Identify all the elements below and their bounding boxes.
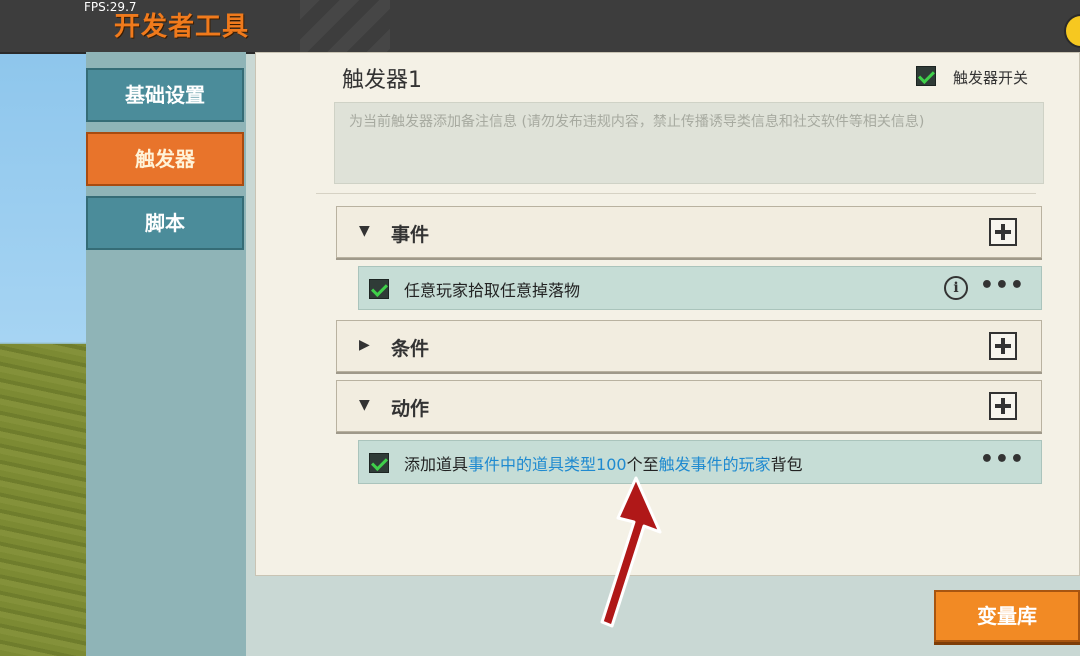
add-action-button[interactable] <box>989 392 1017 420</box>
section-actions-header[interactable]: ▼ 动作 <box>336 380 1042 432</box>
sidebar-item-scripts[interactable]: 脚本 <box>86 196 244 250</box>
trigger-note-input[interactable]: 为当前触发器添加备注信息 (请勿发布违规内容，禁止传播诱导类信息和社交软件等相关… <box>334 102 1044 184</box>
sidebar-item-label: 触发器 <box>135 147 195 171</box>
divider <box>316 193 1036 194</box>
trigger-switch-label: 触发器开关 <box>953 69 1029 87</box>
page-title: 开发者工具 <box>114 12 250 42</box>
trigger-switch-checkbox[interactable] <box>916 66 936 86</box>
info-icon[interactable]: i <box>944 276 968 300</box>
coin-icon[interactable] <box>1064 14 1080 48</box>
caret-down-icon[interactable]: ▼ <box>359 397 370 413</box>
trigger-note-placeholder: 为当前触发器添加备注信息 (请勿发布违规内容，禁止传播诱导类信息和社交软件等相关… <box>349 114 925 130</box>
action-item-checkbox[interactable] <box>369 453 389 473</box>
more-options-icon[interactable]: ••• <box>980 273 1025 298</box>
game-scene-background <box>0 52 86 656</box>
section-conditions-header[interactable]: ▶ 条件 <box>336 320 1042 372</box>
sidebar-item-basic-settings[interactable]: 基础设置 <box>86 68 244 122</box>
sidebar-item-label: 脚本 <box>145 211 185 235</box>
event-item[interactable]: 任意玩家拾取任意掉落物 i ••• <box>358 266 1042 310</box>
trigger-name[interactable]: 触发器1 <box>342 62 422 94</box>
action-text-static: 添加道具 <box>404 455 469 474</box>
caret-down-icon[interactable]: ▼ <box>359 223 370 239</box>
section-label: 条件 <box>391 338 430 360</box>
top-bar-decoration <box>300 0 390 52</box>
annotation-arrow-icon <box>600 476 662 628</box>
action-text-static: 背包 <box>770 455 803 474</box>
add-event-button[interactable] <box>989 218 1017 246</box>
caret-right-icon[interactable]: ▶ <box>359 337 370 353</box>
event-item-text: 任意玩家拾取任意掉落物 <box>404 281 581 300</box>
action-param-item-type[interactable]: 事件中的道具类型 <box>468 455 596 474</box>
add-condition-button[interactable] <box>989 332 1017 360</box>
variable-library-label: 变量库 <box>977 604 1037 628</box>
top-bar: FPS:29.7 开发者工具 <box>0 0 1080 54</box>
variable-library-button[interactable]: 变量库 <box>934 590 1080 642</box>
grass-terrain <box>0 344 86 656</box>
section-label: 事件 <box>391 224 430 246</box>
event-item-checkbox[interactable] <box>369 279 389 299</box>
action-param-target-player[interactable]: 触发事件的玩家 <box>659 455 771 474</box>
action-item[interactable]: 添加道具事件中的道具类型100个至触发事件的玩家背包 ••• <box>358 440 1042 484</box>
section-events-header[interactable]: ▼ 事件 <box>336 206 1042 258</box>
more-options-icon[interactable]: ••• <box>980 447 1025 472</box>
sidebar-item-label: 基础设置 <box>125 83 205 107</box>
sidebar-item-triggers[interactable]: 触发器 <box>86 132 244 186</box>
section-label: 动作 <box>391 398 430 420</box>
